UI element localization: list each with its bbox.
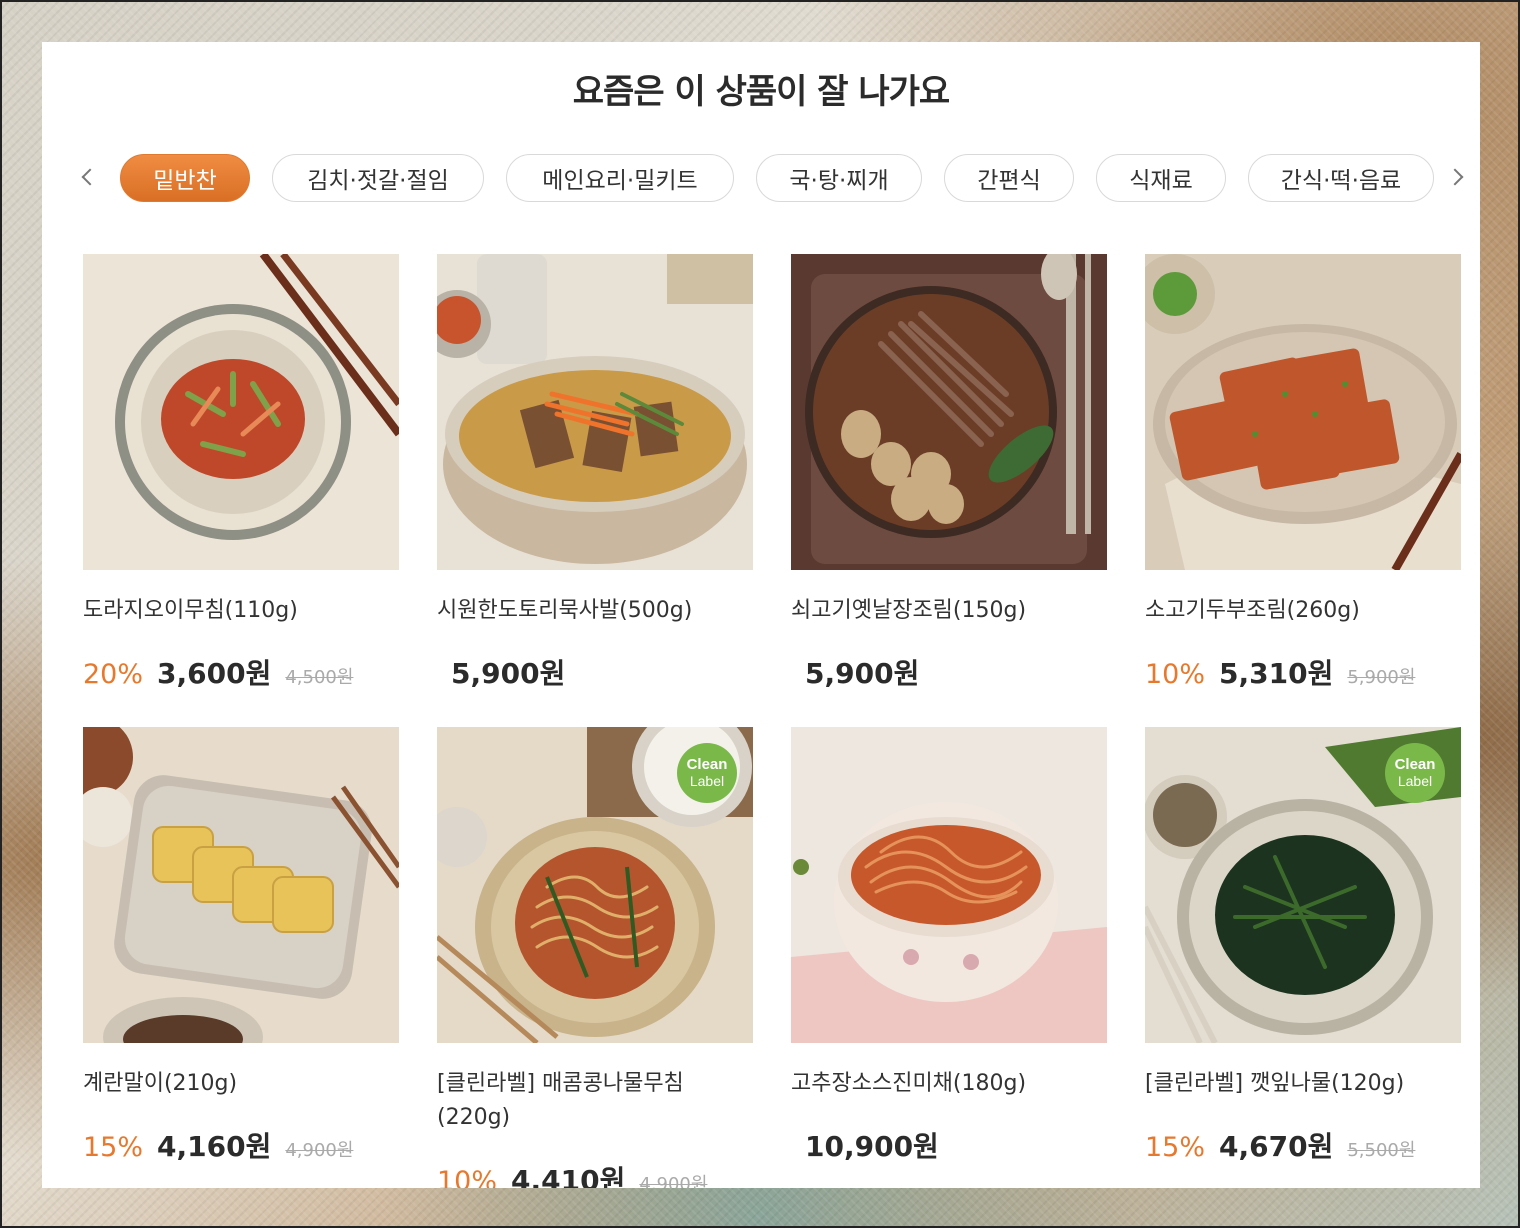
product-name[interactable]: 고추장소스진미채(180g)	[791, 1067, 1107, 1101]
price-row: 10,900원	[791, 1125, 953, 1165]
discount-rate: 20%	[83, 659, 144, 690]
product-name[interactable]: [클린라벨] 매콤콩나물무침(220g)	[437, 1067, 753, 1135]
sale-price: 5,900원	[805, 657, 920, 690]
price-row: 10% 5,310원 5,900원	[1145, 652, 1415, 692]
price-row: 5,900원	[437, 652, 579, 692]
tab-category-6[interactable]: 간식·떡·음료	[1248, 154, 1434, 202]
badge-line-1: Clean	[686, 756, 728, 773]
price-row: 15% 4,670원 5,500원	[1145, 1125, 1415, 1165]
original-price: 5,900원	[1347, 667, 1416, 688]
category-next-button[interactable]	[1445, 162, 1469, 192]
tab-category-0[interactable]: 밑반찬	[120, 154, 250, 202]
product-image[interactable]: Clean Label	[437, 727, 753, 1043]
price-row: 5,900원	[791, 652, 933, 692]
discount-rate: 15%	[1145, 1132, 1206, 1163]
product-image[interactable]	[83, 727, 399, 1043]
original-price: 5,500원	[1347, 1140, 1416, 1161]
sale-price: 4,670원	[1219, 1130, 1334, 1163]
chevron-left-icon	[81, 168, 99, 186]
product-card[interactable]: 시원한도토리묵사발(500g) 5,900원	[437, 254, 753, 727]
product-name[interactable]: 계란말이(210g)	[83, 1067, 399, 1101]
product-name[interactable]: [클린라벨] 깻잎나물(120g)	[1145, 1067, 1461, 1101]
tab-category-5[interactable]: 식재료	[1096, 154, 1226, 202]
product-name[interactable]: 쇠고기옛날장조림(150g)	[791, 594, 1107, 628]
product-card[interactable]: 소고기두부조림(260g) 10% 5,310원 5,900원	[1145, 254, 1461, 727]
product-name[interactable]: 시원한도토리묵사발(500g)	[437, 594, 753, 628]
product-name[interactable]: 도라지오이무침(110g)	[83, 594, 399, 628]
product-card[interactable]: 쇠고기옛날장조림(150g) 5,900원	[791, 254, 1107, 727]
product-image[interactable]	[83, 254, 399, 570]
sale-price: 3,600원	[157, 657, 272, 690]
sale-price: 5,900원	[451, 657, 566, 690]
discount-rate: 10%	[1145, 659, 1206, 690]
best-products-panel: 요즘은 이 상품이 잘 나가요 밑반찬 김치·젓갈·절임 메인요리·밀키트 국·…	[42, 42, 1480, 1188]
product-card[interactable]: Clean Label [클린라벨] 깻잎나물(120g) 15% 4,670원…	[1145, 727, 1461, 1188]
badge-line-2: Label	[689, 773, 725, 789]
product-image[interactable]: Clean Label	[1145, 727, 1461, 1043]
discount-rate: 10%	[437, 1166, 498, 1188]
badge-line-1: Clean	[1394, 756, 1436, 773]
tab-category-4[interactable]: 간편식	[944, 154, 1074, 202]
product-image[interactable]	[437, 254, 753, 570]
clean-label-badge: Clean Label	[677, 743, 737, 803]
product-image[interactable]	[1145, 254, 1461, 570]
product-card[interactable]: 계란말이(210g) 15% 4,160원 4,900원	[83, 727, 399, 1188]
product-card[interactable]: 도라지오이무침(110g) 20% 3,600원 4,500원	[83, 254, 399, 727]
price-row: 10% 4,410원 4,900원	[437, 1159, 707, 1188]
tab-category-3[interactable]: 국·탕·찌개	[756, 154, 922, 202]
discount-rate: 15%	[83, 1132, 144, 1163]
sale-price: 5,310원	[1219, 657, 1334, 690]
product-image[interactable]	[791, 254, 1107, 570]
original-price: 4,900원	[639, 1174, 708, 1188]
tab-category-2[interactable]: 메인요리·밀키트	[506, 154, 734, 202]
clean-label-badge: Clean Label	[1385, 743, 1445, 803]
badge-line-2: Label	[1397, 773, 1433, 789]
price-row: 15% 4,160원 4,900원	[83, 1125, 353, 1165]
original-price: 4,900원	[285, 1140, 354, 1161]
section-title: 요즘은 이 상품이 잘 나가요	[572, 72, 950, 112]
product-card[interactable]: Clean Label [클린라벨] 매콤콩나물무침(220g) 10% 4,4…	[437, 727, 753, 1188]
sale-price: 4,410원	[511, 1164, 626, 1188]
product-name[interactable]: 소고기두부조림(260g)	[1145, 594, 1461, 628]
product-image[interactable]	[791, 727, 1107, 1043]
category-prev-button[interactable]	[76, 162, 100, 192]
category-tabs: 밑반찬 김치·젓갈·절임 메인요리·밀키트 국·탕·찌개 간편식 식재료 간식·…	[120, 154, 1434, 202]
original-price: 4,500원	[285, 667, 354, 688]
sale-price: 10,900원	[805, 1130, 939, 1163]
sale-price: 4,160원	[157, 1130, 272, 1163]
price-row: 20% 3,600원 4,500원	[83, 652, 353, 692]
tab-category-1[interactable]: 김치·젓갈·절임	[272, 154, 484, 202]
chevron-right-icon	[1446, 168, 1464, 186]
product-card[interactable]: 고추장소스진미채(180g) 10,900원	[791, 727, 1107, 1188]
product-grid: 도라지오이무침(110g) 20% 3,600원 4,500원 시원한도토리묵사…	[83, 254, 1461, 1188]
